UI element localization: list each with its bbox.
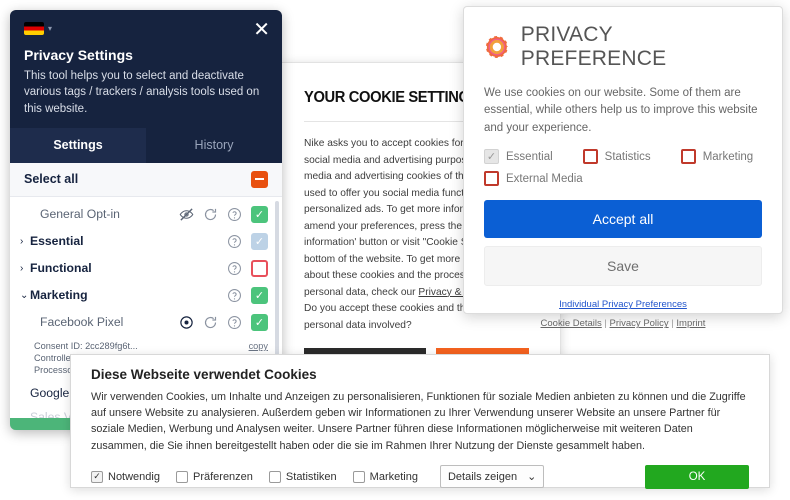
checkbox-praeferenzen[interactable]: Präferenzen xyxy=(175,470,253,483)
help-icon[interactable] xyxy=(227,234,242,249)
consent-id-label: Consent ID: 2cc289fg6t... xyxy=(34,340,138,351)
link-separator: | xyxy=(604,318,607,330)
german-cookie-controls: ✓ Notwendig Präferenzen Statistiken Mark… xyxy=(91,464,749,489)
reset-icon[interactable] xyxy=(203,315,218,330)
row-checkbox[interactable]: ✓ xyxy=(251,205,268,223)
imprint-link[interactable]: Imprint xyxy=(676,318,705,329)
row-checkbox[interactable]: ✓ xyxy=(251,286,268,304)
checkbox-box xyxy=(268,470,281,483)
save-button[interactable]: Save xyxy=(484,246,762,287)
german-flag-icon[interactable] xyxy=(24,22,44,36)
page-title: PRIVACY PREFERENCE xyxy=(520,23,667,70)
checkbox-marketing[interactable]: Marketing xyxy=(680,149,754,165)
checkbox-label: Statistics xyxy=(604,150,651,163)
checkbox-label: Marketing xyxy=(369,470,418,483)
link-separator: | xyxy=(671,318,674,330)
page-title: Privacy Settings xyxy=(24,47,133,63)
german-cookie-body: Wir verwenden Cookies, um Inhalte und An… xyxy=(91,391,746,452)
checkbox-box xyxy=(582,149,598,165)
checkbox-external-media[interactable]: External Media xyxy=(484,171,762,187)
german-checkbox-group: ✓ Notwendig Präferenzen Statistiken Mark… xyxy=(91,470,418,483)
checkbox-label: Marketing xyxy=(702,150,754,163)
chevron-down-icon[interactable]: ▾ xyxy=(48,24,52,33)
consent-id-row: Consent ID: 2cc289fg6t... copy xyxy=(10,340,282,352)
close-icon[interactable]: ✕ xyxy=(253,20,270,40)
checkbox-box xyxy=(175,470,188,483)
german-cookie-bar: Diese Webseite verwendet Cookies Wir ver… xyxy=(70,354,770,489)
list-item-label: Essential xyxy=(30,234,84,249)
eye-slash-icon[interactable] xyxy=(179,207,194,222)
ok-button[interactable]: OK xyxy=(645,464,749,489)
checkbox-box xyxy=(484,171,499,187)
chevron-down-icon[interactable]: ⌄ xyxy=(20,290,30,301)
chevron-right-icon[interactable]: › xyxy=(20,263,30,274)
checkbox-statistiken[interactable]: Statistiken xyxy=(268,470,337,483)
checkbox-box xyxy=(680,149,696,165)
row-icons xyxy=(227,234,242,249)
copy-link[interactable]: copy xyxy=(249,341,268,351)
accept-all-button[interactable]: Accept all xyxy=(484,200,762,239)
help-icon[interactable] xyxy=(227,261,242,276)
page-title: Diese Webseite verwendet Cookies xyxy=(91,367,317,382)
checkbox-label: Essential xyxy=(506,150,553,163)
checkbox-essential[interactable]: ✓ Essential xyxy=(484,149,553,165)
tab-bar: Settings History xyxy=(10,127,282,163)
details-dropdown[interactable]: Details zeigen ⌄ xyxy=(439,465,545,489)
row-icons xyxy=(179,315,242,330)
details-dropdown-label: Details zeigen xyxy=(447,470,518,483)
tab-history[interactable]: History xyxy=(146,128,282,163)
privacy-preference-description: We use cookies on our website. Some of t… xyxy=(484,87,758,134)
tab-settings[interactable]: Settings xyxy=(10,127,146,163)
list-item[interactable]: › Functional xyxy=(10,255,282,282)
privacy-preference-panel: PRIVACY PREFERENCE We use cookies on our… xyxy=(463,6,783,329)
screenshot-stage: ▾ ✕ Privacy Settings This tool helps you… xyxy=(0,0,790,500)
chevron-down-icon: ⌄ xyxy=(527,471,537,484)
row-checkbox[interactable]: ✓ xyxy=(251,313,268,331)
row-checkbox-locked: ✓ xyxy=(251,232,268,250)
row-checkbox[interactable] xyxy=(251,259,268,277)
help-icon[interactable] xyxy=(227,315,242,330)
list-item-label: Marketing xyxy=(30,288,88,303)
list-item[interactable]: › Essential ✓ xyxy=(10,228,282,255)
checkbox-label: Statistiken xyxy=(285,470,337,483)
reset-icon[interactable] xyxy=(203,207,218,222)
privacy-settings-header: ▾ ✕ Privacy Settings This tool helps you… xyxy=(10,10,282,117)
cookie-details-link[interactable]: Cookie Details xyxy=(541,318,602,329)
help-icon[interactable] xyxy=(227,288,242,303)
list-item-label: Functional xyxy=(30,261,92,276)
row-icons xyxy=(179,207,242,222)
privacy-preference-checkboxes: ✓ Essential Statistics Marketing Externa… xyxy=(484,149,762,187)
list-item-label: General Opt-in xyxy=(40,207,120,222)
list-item[interactable]: ⌄ Marketing ✓ xyxy=(10,282,282,309)
checkbox-box: ✓ xyxy=(484,149,499,165)
checkbox-label: Notwendig xyxy=(108,470,160,483)
help-icon[interactable] xyxy=(227,207,242,222)
checkbox-marketing[interactable]: Marketing xyxy=(352,470,418,483)
cookie-gear-icon xyxy=(484,35,509,59)
checkbox-box: ✓ xyxy=(91,470,103,483)
row-icons xyxy=(227,288,242,303)
checkbox-statistics[interactable]: Statistics xyxy=(582,149,651,165)
panel-subtitle: This tool helps you to select and deacti… xyxy=(24,70,260,115)
select-all-row[interactable]: Select all xyxy=(10,162,282,197)
privacy-preference-header: PRIVACY PREFERENCE xyxy=(484,23,762,71)
list-item-label: Facebook Pixel xyxy=(40,315,124,330)
individual-privacy-preferences-link[interactable]: Individual Privacy Preferences xyxy=(559,299,687,310)
checkbox-box xyxy=(352,470,365,483)
row-icons xyxy=(227,261,242,276)
checkbox-label: External Media xyxy=(506,172,583,185)
checkbox-label: Präferenzen xyxy=(192,470,253,483)
target-icon[interactable] xyxy=(179,315,194,330)
individual-preferences-row: Individual Privacy Preferences xyxy=(484,294,762,312)
privacy-preference-footer-links: Cookie Details | Privacy Policy | Imprin… xyxy=(484,318,762,329)
chevron-right-icon[interactable]: › xyxy=(20,236,30,247)
select-all-label: Select all xyxy=(24,172,79,187)
privacy-policy-link[interactable]: Privacy Policy xyxy=(610,318,669,329)
select-all-checkbox[interactable] xyxy=(251,170,268,188)
list-item[interactable]: Facebook Pixel ✓ xyxy=(10,309,282,336)
checkbox-notwendig[interactable]: ✓ Notwendig xyxy=(91,470,160,483)
list-item[interactable]: General Opt-in ✓ xyxy=(10,201,282,228)
